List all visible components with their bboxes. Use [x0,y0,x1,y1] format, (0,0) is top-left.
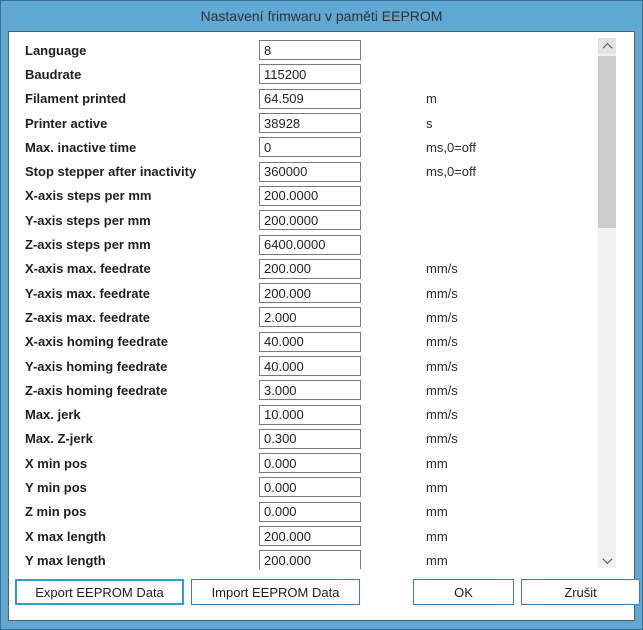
titlebar[interactable]: Nastavení frimwaru v paměti EEPROM [1,1,642,31]
setting-row: Z-axis max. feedrate mm/s [25,305,590,329]
field-input[interactable] [259,64,361,84]
field-unit: mm/s [426,286,458,301]
dialog-client-area: Language Baudrate Filament printed m Printer… [8,31,635,621]
field-label: Y-axis homing feedrate [25,359,259,374]
field-unit: mm [426,553,448,568]
scroll-down-button[interactable] [598,552,616,568]
setting-row: Baudrate [25,62,590,86]
setting-row: X max length mm [25,524,590,548]
field-input[interactable] [259,40,361,60]
field-label: X max length [25,529,259,544]
window-title: Nastavení frimwaru v paměti EEPROM [201,8,443,24]
scroll-up-button[interactable] [598,38,616,54]
setting-row: Max. inactive time ms,0=off [25,135,590,159]
field-input[interactable] [259,259,361,279]
field-unit: mm/s [426,334,458,349]
field-input[interactable] [259,137,361,157]
setting-row: X-axis homing feedrate mm/s [25,330,590,354]
scrollbar-thumb[interactable] [598,56,616,228]
export-eeprom-button[interactable]: Export EEPROM Data [15,579,184,605]
setting-row: Printer active s [25,111,590,135]
cancel-button[interactable]: Zrušit [521,579,640,605]
field-input[interactable] [259,477,361,497]
field-unit: mm [426,456,448,471]
field-input[interactable] [259,502,361,522]
setting-row: Z min pos mm [25,500,590,524]
setting-row: Language [25,38,590,62]
field-input[interactable] [259,550,361,569]
setting-row: Y-axis max. feedrate mm/s [25,281,590,305]
field-input[interactable] [259,380,361,400]
scrollbar-track[interactable] [598,54,616,552]
field-unit: m [426,91,437,106]
field-unit: mm/s [426,431,458,446]
field-label: Y min pos [25,480,259,495]
field-input[interactable] [259,186,361,206]
field-label: Max. jerk [25,407,259,422]
setting-row: X-axis steps per mm [25,184,590,208]
settings-list: Language Baudrate Filament printed m Printer… [25,38,590,569]
field-label: Printer active [25,116,259,131]
field-input[interactable] [259,356,361,376]
field-input[interactable] [259,405,361,425]
chevron-down-icon [602,554,612,564]
field-label: Z min pos [25,504,259,519]
field-label: Filament printed [25,91,259,106]
setting-row: Max. jerk mm/s [25,402,590,426]
field-label: Y max length [25,553,259,568]
field-unit: mm [426,480,448,495]
setting-row: X min pos mm [25,451,590,475]
setting-row: Y-axis homing feedrate mm/s [25,354,590,378]
setting-row: Y min pos mm [25,475,590,499]
field-unit: mm/s [426,383,458,398]
field-label: X min pos [25,456,259,471]
field-label: Z-axis max. feedrate [25,310,259,325]
field-unit: ms,0=off [426,164,476,179]
field-unit: mm/s [426,407,458,422]
eeprom-settings-dialog: Nastavení frimwaru v paměti EEPROM Langu… [0,0,643,630]
field-label: Max. inactive time [25,140,259,155]
setting-row: Y max length mm [25,548,590,569]
field-unit: mm/s [426,310,458,325]
field-input[interactable] [259,89,361,109]
field-input[interactable] [259,429,361,449]
field-unit: mm/s [426,359,458,374]
field-label: Y-axis steps per mm [25,213,259,228]
field-label: Baudrate [25,67,259,82]
setting-row: Filament printed m [25,87,590,111]
field-input[interactable] [259,235,361,255]
field-label: Max. Z-jerk [25,431,259,446]
field-input[interactable] [259,162,361,182]
field-label: Y-axis max. feedrate [25,286,259,301]
setting-row: Max. Z-jerk mm/s [25,427,590,451]
field-input[interactable] [259,332,361,352]
field-input[interactable] [259,307,361,327]
scrollbar[interactable] [598,38,616,568]
field-input[interactable] [259,526,361,546]
field-unit: mm [426,529,448,544]
field-unit: s [426,116,433,131]
setting-row: Z-axis steps per mm [25,232,590,256]
field-label: Z-axis steps per mm [25,237,259,252]
field-label: Language [25,43,259,58]
setting-row: Z-axis homing feedrate mm/s [25,378,590,402]
field-unit: mm [426,504,448,519]
field-input[interactable] [259,283,361,303]
field-label: Z-axis homing feedrate [25,383,259,398]
setting-row: Y-axis steps per mm [25,208,590,232]
setting-row: Stop stepper after inactivity ms,0=off [25,159,590,183]
field-input[interactable] [259,113,361,133]
field-input[interactable] [259,453,361,473]
field-label: X-axis max. feedrate [25,261,259,276]
field-label: X-axis homing feedrate [25,334,259,349]
setting-row: X-axis max. feedrate mm/s [25,257,590,281]
field-input[interactable] [259,210,361,230]
ok-button[interactable]: OK [413,579,514,605]
field-unit: mm/s [426,261,458,276]
field-label: X-axis steps per mm [25,188,259,203]
field-label: Stop stepper after inactivity [25,164,259,179]
chevron-up-icon [602,42,612,52]
import-eeprom-button[interactable]: Import EEPROM Data [191,579,360,605]
field-unit: ms,0=off [426,140,476,155]
